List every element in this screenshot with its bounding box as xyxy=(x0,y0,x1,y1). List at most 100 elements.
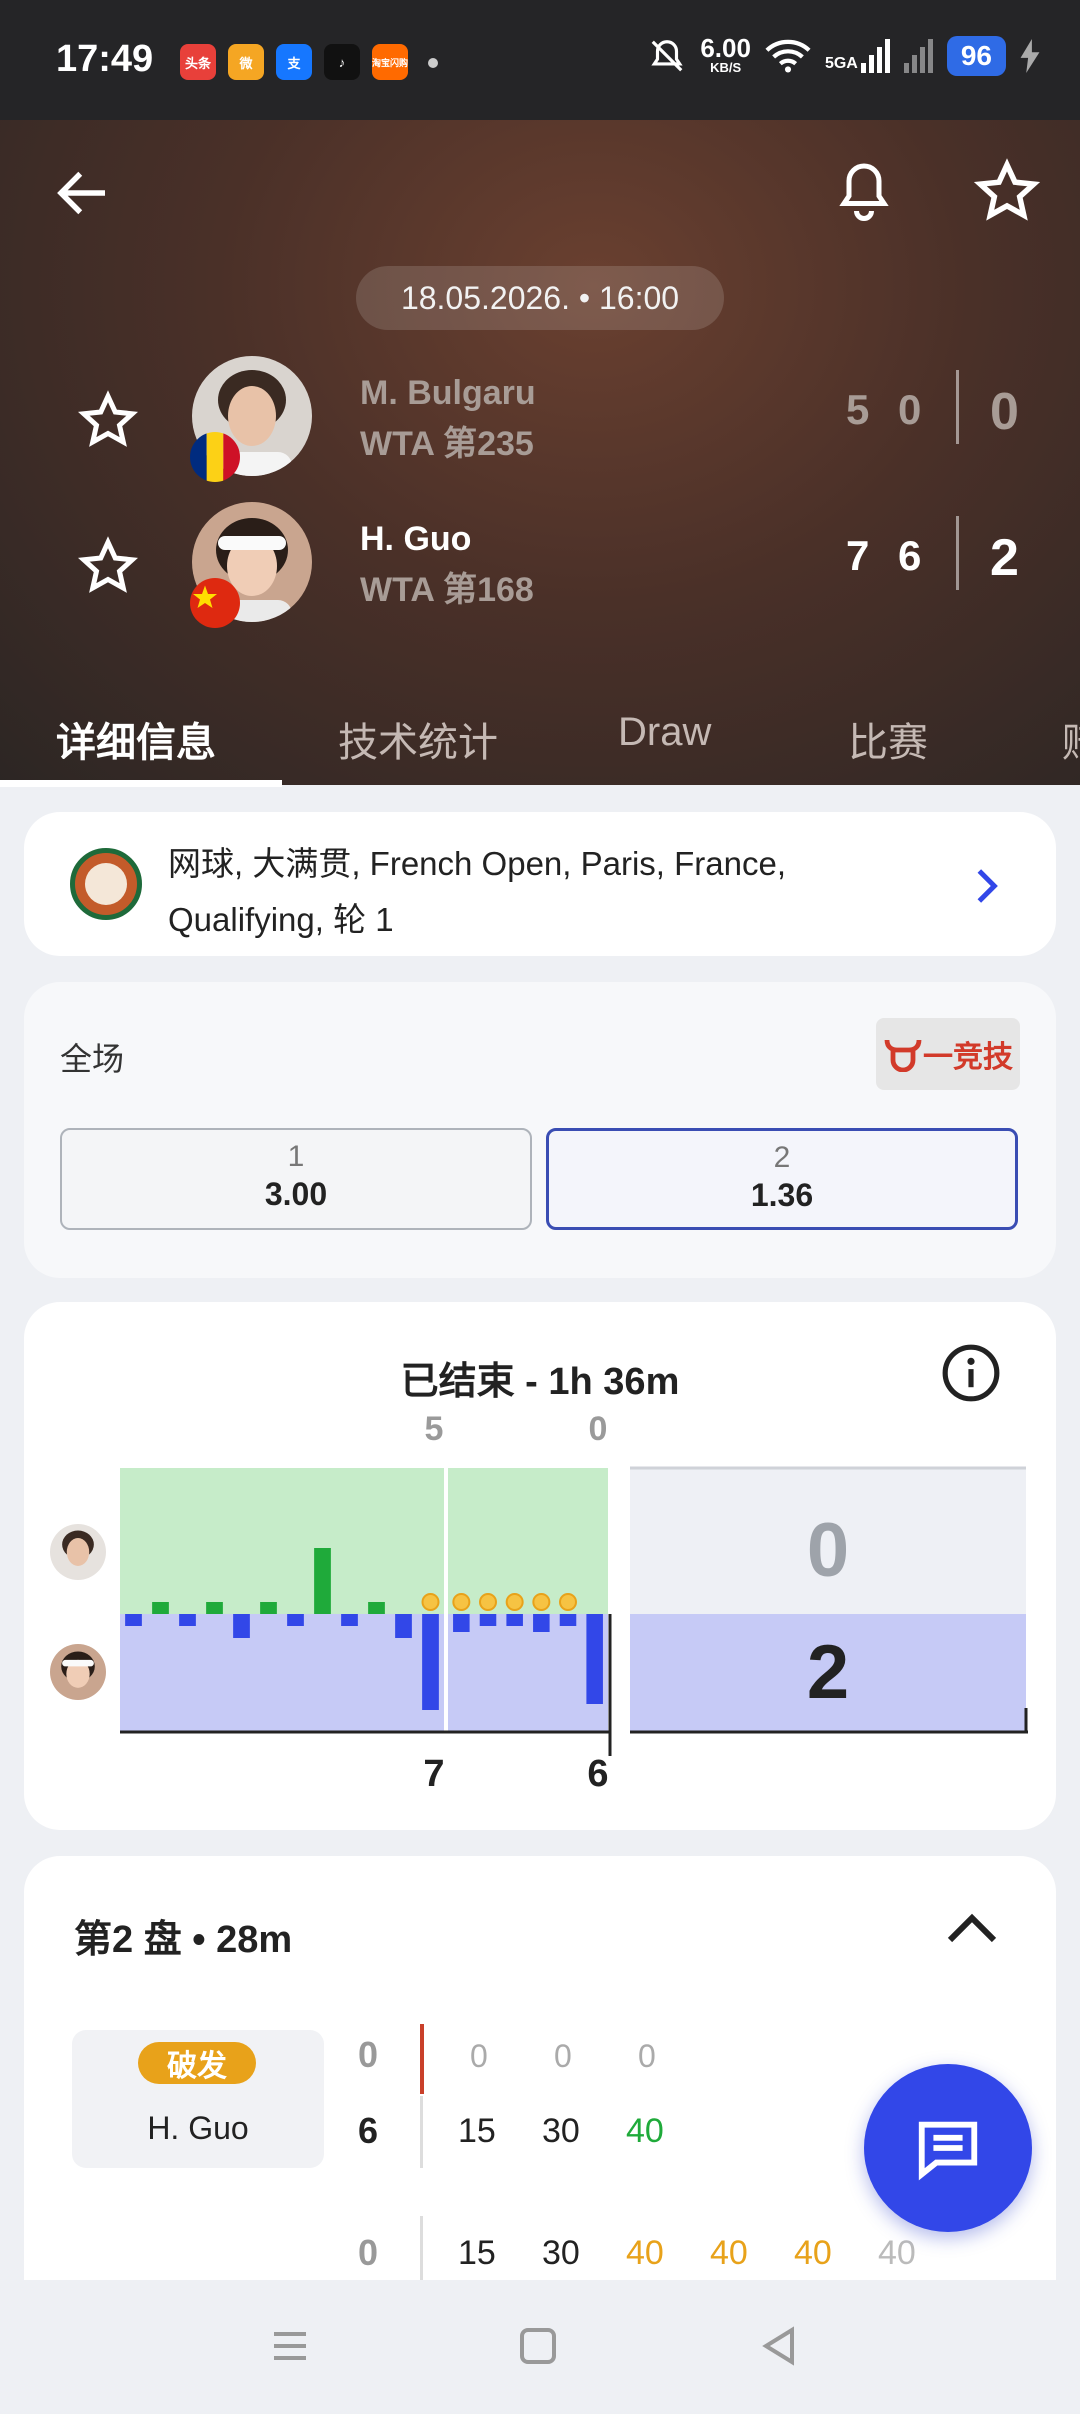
momentum-bar xyxy=(479,1614,497,1626)
momentum-bar xyxy=(233,1614,250,1638)
point-score: 40 xyxy=(710,2234,748,2272)
set-detail-card: 第2 盘 • 28m 破发 H. Guo 0 6 0 0 0 15 30 40 … xyxy=(24,1856,1056,2286)
break-marker xyxy=(421,1593,440,1611)
player-favorite-star-icon[interactable] xyxy=(78,536,138,596)
odds-option-1[interactable]: 1 3.00 xyxy=(60,1128,532,1230)
romania-flag-icon xyxy=(190,432,240,482)
wifi-icon xyxy=(765,39,811,73)
match-header: 18.05.2026. • 16:00 M. Bulgaru WTA 第235 … xyxy=(0,120,1080,787)
total-sets-bottom: 2 xyxy=(807,1630,849,1715)
momentum-bar xyxy=(260,1602,277,1614)
set-games-top: 0 xyxy=(589,1410,608,1448)
momentum-bar xyxy=(506,1614,523,1626)
momentum-chart: 5 7 0 6 0 2 xyxy=(120,1410,1028,1795)
player-favorite-star-icon[interactable] xyxy=(78,390,138,450)
chat-icon xyxy=(918,2121,978,2181)
weibo-icon: 微 xyxy=(228,44,264,80)
bull-icon xyxy=(884,1039,922,1072)
active-tab-indicator xyxy=(0,780,282,787)
status-bar: 17:49 头条微支 ♪ 淘宝闪购 6.00 KB/S 5GA 96 xyxy=(0,0,1080,120)
system-indicators: 6.00 KB/S 5GA 96 xyxy=(648,33,1040,76)
tiktok-icon: ♪ xyxy=(324,44,360,80)
net-speed: 6.00 KB/S xyxy=(700,33,751,75)
tab-bar: 详细信息 技术统计 Draw 比赛 赔 xyxy=(0,680,1080,785)
bell-icon[interactable] xyxy=(834,158,894,224)
point-score: 0 xyxy=(638,2038,656,2074)
divider xyxy=(420,2096,423,2168)
chevron-up-icon[interactable] xyxy=(944,1908,1000,1948)
momentum-bar xyxy=(287,1614,304,1626)
player-row-bulgaru[interactable]: M. Bulgaru WTA 第235 50 0 xyxy=(0,356,1080,482)
momentum-bar xyxy=(152,1602,169,1614)
system-nav-bar xyxy=(0,2280,1080,2414)
roland-garros-logo xyxy=(70,848,142,920)
toutiao-icon: 头条 xyxy=(180,44,216,80)
tournament-title: 网球, 大满贯, French Open, Paris, France, Qua… xyxy=(168,845,787,938)
odds-market-label: 全场 xyxy=(60,1041,125,1077)
back-icon[interactable] xyxy=(760,2326,800,2366)
tab-statistics[interactable]: 技术统计 xyxy=(338,710,498,768)
serve-indicator xyxy=(420,2024,424,2094)
break-marker xyxy=(559,1593,577,1611)
point-score: 0 xyxy=(554,2038,572,2074)
signal-5g-icon: 5GA xyxy=(825,39,890,73)
back-arrow-icon[interactable] xyxy=(50,160,116,226)
momentum-bar xyxy=(453,1614,470,1632)
tab-draw[interactable]: Draw xyxy=(618,710,711,755)
chart-set-bg-bottom xyxy=(448,1614,608,1732)
sets-won: 2 xyxy=(990,529,1019,587)
battery-indicator: 96 xyxy=(946,36,1006,76)
player-name: H. Guo xyxy=(360,520,472,558)
chart-set-bg-top xyxy=(448,1468,608,1614)
momentum-bar xyxy=(559,1614,577,1626)
break-marker xyxy=(532,1593,551,1611)
odds-option-2[interactable]: 2 1.36 xyxy=(546,1128,1018,1230)
momentum-bar xyxy=(368,1602,385,1614)
break-badge: 破发 xyxy=(138,2042,256,2084)
game-score: 0 xyxy=(358,2232,379,2273)
player-row-guo[interactable]: H. Guo WTA 第168 76 2 xyxy=(0,502,1080,628)
match-date: 18.05.2026. • 16:00 xyxy=(356,266,724,330)
momentum-bar xyxy=(341,1614,358,1626)
game-score-top: 0 xyxy=(358,2034,379,2075)
point-score: 30 xyxy=(542,2234,580,2272)
notification-icons: 头条微支 ♪ 淘宝闪购 xyxy=(180,44,438,80)
bookmaker-logo[interactable]: 一竞技 xyxy=(876,1018,1020,1090)
mute-icon xyxy=(651,40,683,72)
point-score: 40 xyxy=(794,2234,832,2272)
set-title: 第2 盘 • 28m xyxy=(74,1919,293,1961)
tournament-card[interactable]: 网球, 大满贯, French Open, Paris, France, Qua… xyxy=(24,812,1056,956)
player-name: M. Bulgaru xyxy=(360,374,536,412)
player-rank: WTA 第168 xyxy=(360,571,534,609)
set-games-top: 5 xyxy=(425,1410,444,1448)
total-sets-top: 0 xyxy=(807,1508,849,1593)
momentum-bar xyxy=(206,1602,223,1614)
odds-card: 全场 一竞技 1 3.00 2 1.36 xyxy=(24,982,1056,1278)
tab-odds[interactable]: 赔 xyxy=(1062,710,1080,768)
set-scores: 76 xyxy=(846,532,924,579)
break-marker xyxy=(452,1593,471,1611)
point-score: 40 xyxy=(626,2234,664,2272)
momentum-bar xyxy=(125,1614,142,1626)
game-summary-box: 破发 H. Guo xyxy=(72,2030,324,2168)
momentum-bar xyxy=(179,1614,196,1626)
momentum-bar xyxy=(314,1548,331,1614)
game-winner-name: H. Guo xyxy=(147,2110,249,2146)
momentum-bar xyxy=(533,1614,550,1632)
tab-matches[interactable]: 比赛 xyxy=(848,710,928,768)
alipay-icon: 支 xyxy=(276,44,312,80)
set-scores: 50 xyxy=(846,386,924,433)
chat-button[interactable] xyxy=(864,2064,1032,2232)
favorite-star-icon[interactable] xyxy=(974,158,1040,224)
point-score: 30 xyxy=(542,2112,580,2150)
chevron-right-icon[interactable] xyxy=(966,864,1006,908)
point-score: 40 xyxy=(626,2112,664,2150)
tab-details[interactable]: 详细信息 xyxy=(56,710,216,768)
home-icon[interactable] xyxy=(518,2326,558,2366)
momentum-card: 已结束 - 1h 36m 570602 xyxy=(24,1302,1056,1830)
china-flag-icon xyxy=(190,578,240,628)
menu-icon[interactable] xyxy=(270,2326,310,2366)
score-divider xyxy=(956,516,959,590)
momentum-bar xyxy=(586,1614,603,1704)
momentum-bar xyxy=(395,1614,412,1638)
